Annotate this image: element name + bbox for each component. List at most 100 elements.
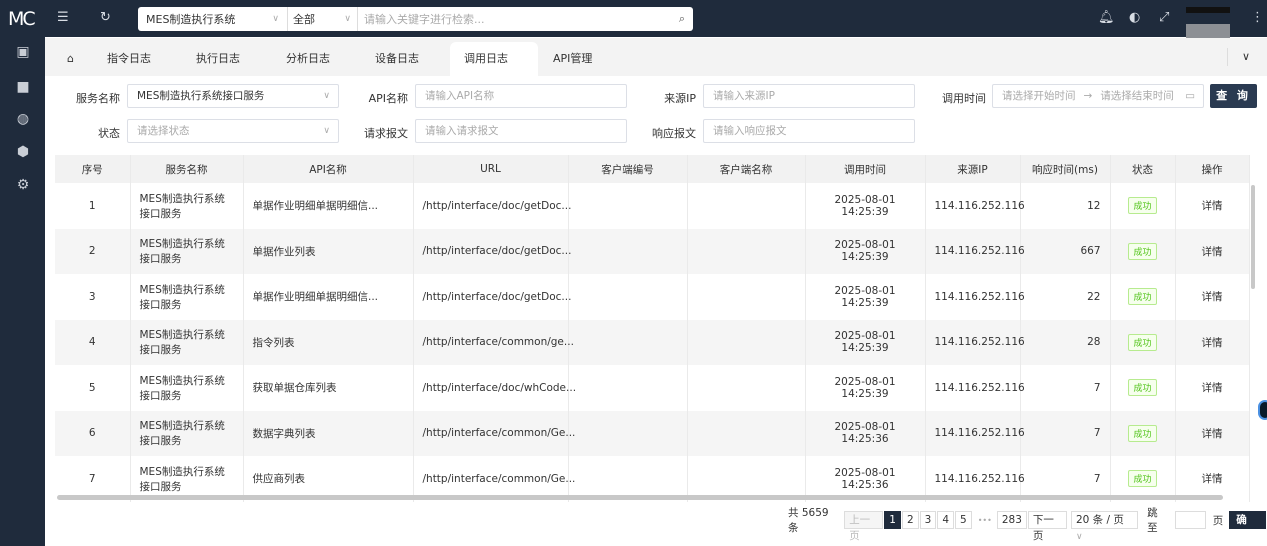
status-cell-container: 成功: [1110, 365, 1176, 411]
response-time-cell: 7: [1093, 427, 1101, 440]
system-select[interactable]: MES制造执行系统 ∨: [138, 7, 288, 31]
service-name-select[interactable]: MES制造执行系统接口服务 ∨: [127, 84, 339, 108]
url-cell: /http/interface/common/Ge...: [422, 472, 576, 485]
chevron-down-icon[interactable]: ∨: [1227, 48, 1264, 66]
details-link[interactable]: 详情: [1202, 473, 1223, 485]
page-5[interactable]: 5: [955, 511, 972, 529]
column-header: 序号: [55, 155, 131, 183]
call-time-range[interactable]: 请选择开始时间 → 请选择结束时间 ▭: [992, 84, 1204, 108]
call-time-cell: 2025-08-01 14:25:39: [834, 239, 896, 264]
source-ip-cell-container: 114.116.252.116: [925, 183, 1025, 229]
monitor-icon[interactable]: ▣: [15, 44, 31, 60]
globe-icon[interactable]: ◍: [15, 111, 31, 127]
client-number-cell-container: [568, 183, 688, 229]
url-cell-container: /http/interface/common/ge...: [413, 319, 574, 365]
source-ip-input[interactable]: 请输入来源IP: [703, 84, 915, 108]
page-2[interactable]: 2: [901, 511, 919, 529]
row-number: 6: [88, 427, 96, 440]
details-link[interactable]: 详情: [1202, 246, 1223, 258]
status-label: 状态: [98, 127, 120, 140]
column-header: 操作: [1175, 155, 1250, 183]
search-input[interactable]: 请输入关键字进行检索...: [358, 11, 679, 27]
details-link[interactable]: 详情: [1202, 200, 1223, 212]
api-name-input[interactable]: 请输入API名称: [415, 84, 627, 108]
user-avatar[interactable]: [1186, 24, 1230, 38]
more-icon[interactable]: ⋮: [1251, 10, 1264, 25]
service-name-cell: MES制造执行系统接口服务: [139, 192, 225, 220]
end-time-input[interactable]: 请选择结束时间: [1100, 85, 1174, 107]
tab-device-log[interactable]: 设备日志: [361, 42, 433, 76]
status-cell-container: 成功: [1110, 274, 1176, 320]
response-body-input[interactable]: 请输入响应报文: [703, 119, 915, 143]
source-ip-cell-container: 114.116.252.116: [925, 319, 1025, 365]
column-header: 响应时间(ms): [1020, 155, 1111, 183]
api-icon[interactable]: ⬢: [15, 144, 31, 160]
response-time-cell-container: 22: [1020, 274, 1111, 320]
home-icon[interactable]: ⌂: [53, 42, 88, 76]
query-button[interactable]: 查 询: [1210, 84, 1257, 108]
api-name-cell: 单据作业列表: [252, 245, 316, 258]
details-link[interactable]: 详情: [1202, 291, 1223, 303]
palette-icon[interactable]: ◐: [1129, 10, 1140, 25]
page-last[interactable]: 283: [996, 511, 1027, 529]
client-number-cell-container: [568, 228, 688, 274]
user-name-redacted[interactable]: [1186, 7, 1230, 13]
service-name-value: MES制造执行系统接口服务: [137, 90, 265, 102]
source-ip-label: 来源IP: [664, 92, 696, 105]
table-row: 2 MES制造执行系统接口服务 单据作业列表/http/interface/doc/…: [55, 228, 1250, 274]
source-ip-cell-container: 114.116.252.116: [925, 274, 1025, 320]
tab-analysis-log[interactable]: 分析日志: [272, 42, 344, 76]
url-cell-container: /http/interface/common/Ge...: [413, 410, 575, 456]
chevron-down-icon: ∨: [323, 91, 330, 101]
table-row: 5 MES制造执行系统接口服务 获取单据仓库列表/http/interface/do…: [55, 365, 1250, 411]
total-count: 共 5659 条: [788, 507, 829, 534]
search-icon[interactable]: ⌕: [679, 12, 685, 26]
client-number-cell-container: [568, 365, 688, 411]
details-link[interactable]: 详情: [1202, 337, 1223, 349]
gear-icon[interactable]: ⚙: [15, 177, 31, 193]
column-header: 客户端编号: [568, 155, 688, 183]
horizontal-scrollbar[interactable]: [57, 495, 1223, 500]
column-header: 状态: [1110, 155, 1176, 183]
service-name-cell-container: MES制造执行系统接口服务: [130, 365, 244, 411]
url-cell-container: /http/interface/doc/getDoc...: [413, 183, 571, 229]
column-header: 调用时间: [805, 155, 926, 183]
url-cell: /http/interface/common/Ge...: [422, 427, 576, 440]
scope-select[interactable]: 全部 ∨: [288, 7, 358, 31]
next-page-button[interactable]: 下一页: [1027, 511, 1067, 542]
tab-api-management[interactable]: API管理: [539, 42, 606, 76]
response-time-cell-container: 7: [1020, 365, 1111, 411]
page-3[interactable]: 3: [919, 511, 937, 529]
start-time-input[interactable]: 请选择开始时间: [1002, 85, 1076, 107]
page-1[interactable]: 1: [884, 511, 901, 529]
api-name-cell: 供应商列表: [252, 473, 306, 486]
fullscreen-icon[interactable]: ⤢: [1159, 10, 1169, 25]
bell-icon[interactable]: 🔔︎: [1098, 10, 1115, 25]
source-ip-cell: 114.116.252.116: [934, 199, 1025, 212]
request-body-input[interactable]: 请输入请求报文: [415, 119, 627, 143]
page-ellipsis[interactable]: •••: [978, 516, 992, 525]
page-size-select[interactable]: 20 条 / 页 ∨: [1070, 511, 1139, 542]
page-size-value: 20 条 / 页: [1075, 514, 1124, 526]
status-select[interactable]: 请选择状态 ∨: [127, 119, 339, 143]
jump-confirm-button[interactable]: 确 定: [1229, 511, 1266, 542]
tab-execution-log[interactable]: 执行日志: [182, 42, 254, 76]
page-4[interactable]: 4: [937, 511, 954, 529]
vertical-scrollbar[interactable]: [1251, 185, 1255, 289]
chevron-down-icon: ∨: [272, 14, 279, 24]
client-name-cell-container: [687, 274, 806, 320]
call-time-cell-container: 2025-08-01 14:25:39: [805, 183, 926, 229]
details-link[interactable]: 详情: [1202, 382, 1223, 394]
tab-call-log[interactable]: 调用日志: [450, 42, 538, 76]
row-number-container: 5: [55, 365, 131, 411]
floating-assistant-button[interactable]: [1258, 400, 1267, 420]
prev-page-button[interactable]: 上一页: [844, 511, 884, 542]
details-link[interactable]: 详情: [1202, 428, 1223, 440]
briefcase-icon[interactable]: ■: [15, 79, 31, 95]
jump-page-input[interactable]: [1174, 511, 1206, 529]
api-name-cell: 单据作业明细单据明细信...: [252, 200, 379, 213]
tab-command-log[interactable]: 指令日志: [93, 42, 165, 76]
table-row: 4 MES制造执行系统接口服务 指令列表/http/interface/common…: [55, 319, 1250, 365]
menu-fold-icon[interactable]: ☰: [57, 10, 69, 25]
refresh-icon[interactable]: ↻: [100, 10, 111, 25]
